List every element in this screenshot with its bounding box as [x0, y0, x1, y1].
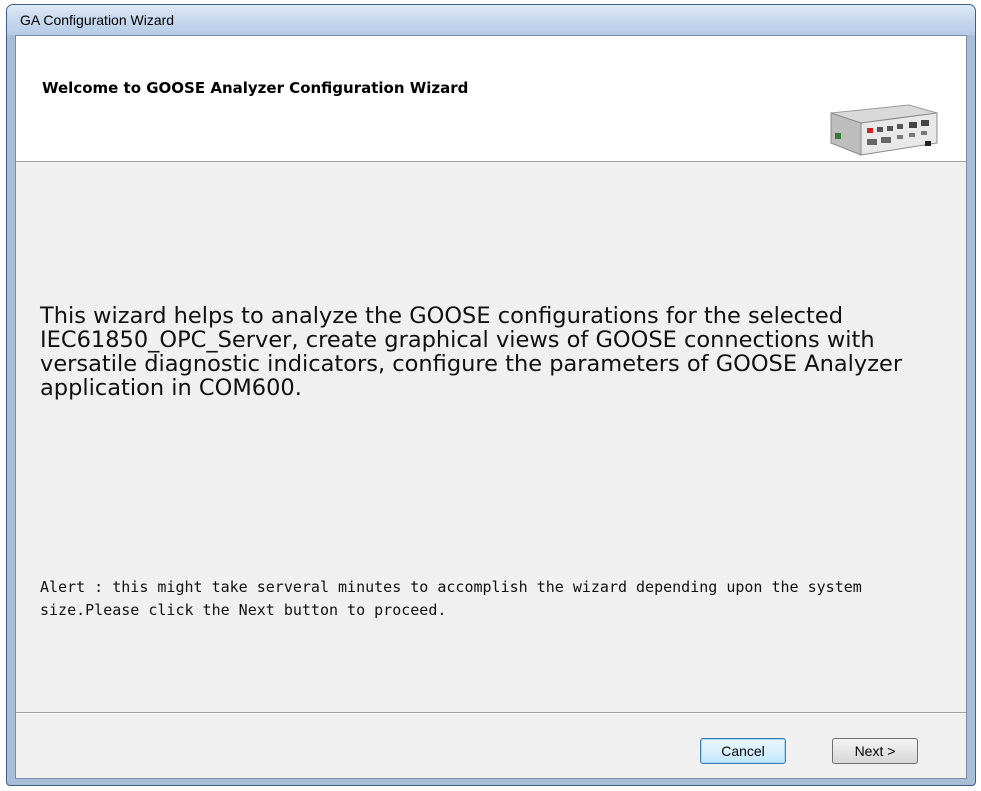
page-title: Welcome to GOOSE Analyzer Configuration …	[42, 79, 469, 97]
window-title: GA Configuration Wizard	[20, 12, 175, 28]
device-image-icon	[830, 104, 938, 156]
footer-divider	[16, 712, 966, 714]
wizard-window: GA Configuration Wizard Welcome to GOOSE…	[6, 4, 976, 786]
wizard-description: This wizard helps to analyze the GOOSE c…	[40, 303, 903, 401]
wizard-header: Welcome to GOOSE Analyzer Configuration …	[16, 36, 966, 162]
title-bar[interactable]: GA Configuration Wizard	[7, 5, 975, 35]
alert-message: Alert : this might take serveral minutes…	[40, 578, 862, 619]
wizard-client-area: Welcome to GOOSE Analyzer Configuration …	[15, 35, 967, 779]
cancel-button[interactable]: Cancel	[700, 738, 786, 764]
next-button[interactable]: Next >	[832, 738, 918, 764]
